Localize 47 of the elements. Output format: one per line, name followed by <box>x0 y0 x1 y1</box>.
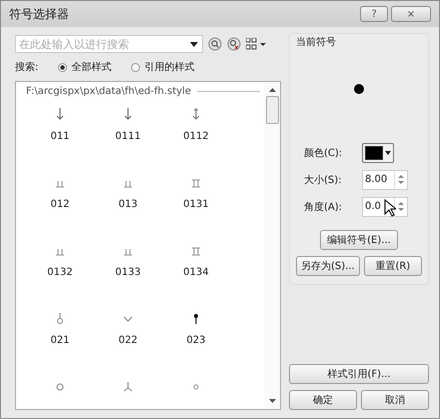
symbol-label: 013 <box>118 199 138 210</box>
search-field[interactable]: 在此处输入以进行搜索 <box>15 35 203 53</box>
symbol-label: 0134 <box>183 267 209 278</box>
clear-search-icon[interactable] <box>227 37 241 51</box>
scroll-down-icon[interactable] <box>268 399 276 403</box>
mouse-cursor-icon <box>384 199 396 217</box>
save-as-button[interactable]: 另存为(S)... <box>296 256 360 276</box>
current-symbol-title: 当前符号 <box>296 36 337 49</box>
symbol-label: 0132 <box>47 267 73 278</box>
spin-up-icon[interactable] <box>398 202 404 205</box>
search-scope-label: 搜索: <box>15 60 38 74</box>
help-button[interactable]: ? <box>360 6 388 22</box>
scrollbar[interactable] <box>264 82 280 409</box>
angle-label: 角度(A): <box>304 200 344 214</box>
reset-button[interactable]: 重置(R) <box>364 256 422 276</box>
cancel-button[interactable]: 取消 <box>361 390 429 410</box>
color-picker[interactable] <box>362 142 394 162</box>
spin-down-icon[interactable] <box>398 208 404 211</box>
style-references-button[interactable]: 样式引用(F)... <box>289 364 429 384</box>
close-button[interactable]: × <box>391 6 431 22</box>
dropdown-icon[interactable] <box>385 150 391 154</box>
scope-radio[interactable]: 全部样式 <box>58 60 112 74</box>
size-label: 大小(S): <box>304 174 343 186</box>
view-options-icon[interactable] <box>246 38 266 50</box>
edit-symbol-button[interactable]: 编辑符号(E)... <box>320 230 398 250</box>
symbol-label: 0133 <box>115 267 141 278</box>
spin-down-icon[interactable] <box>398 181 404 184</box>
scope-radio[interactable]: 引用的样式 <box>131 60 194 74</box>
symbol-label: 012 <box>50 199 70 210</box>
scroll-thumb[interactable] <box>266 96 278 124</box>
symbol-label: 022 <box>118 335 138 346</box>
spin-up-icon[interactable] <box>398 175 404 178</box>
search-icon[interactable] <box>208 37 222 51</box>
symbol-label: 0111 <box>115 131 141 142</box>
dropdown-icon[interactable] <box>190 42 198 46</box>
symbol-label: 023 <box>186 335 206 346</box>
symbol-label: 011 <box>50 131 70 142</box>
window-title: 符号选择器 <box>9 6 69 22</box>
ok-button[interactable]: 确定 <box>289 390 357 410</box>
symbol-label: 0131 <box>183 199 209 210</box>
style-path: F:\arcgispx\px\data\fh\ed-fh.style <box>26 86 192 97</box>
symbol-label: 021 <box>50 335 70 346</box>
symbol-label: 0112 <box>183 131 209 142</box>
color-label: 颜色(C): <box>304 146 344 160</box>
scroll-up-icon[interactable] <box>268 88 276 92</box>
symbol-preview-dot <box>354 84 364 94</box>
size-spinbox[interactable]: 8.00 <box>362 170 408 190</box>
